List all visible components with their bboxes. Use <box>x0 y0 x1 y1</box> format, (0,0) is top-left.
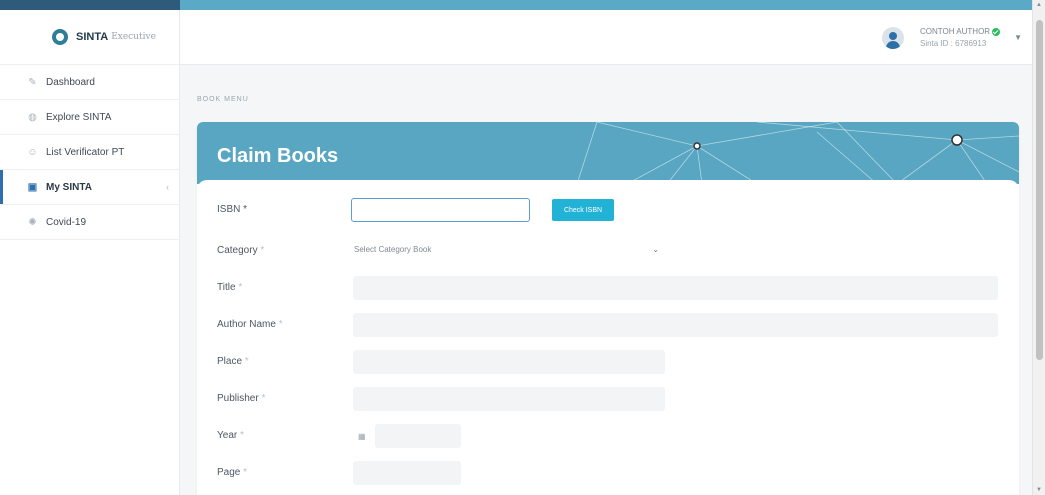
form-row-isbn: ISBN * Check ISBN <box>197 198 1019 222</box>
user-icon: ☺ <box>27 146 38 158</box>
brand-subtitle: Executive <box>111 32 156 42</box>
publisher-input[interactable] <box>353 387 665 411</box>
sidebar-item-label: My SINTA <box>46 181 92 193</box>
verified-check-icon <box>992 27 1001 36</box>
breadcrumb: BOOK MENU <box>197 96 249 103</box>
user-name: CONTOH AUTHOR <box>920 26 991 36</box>
category-select[interactable]: Select Category Book ⌄ <box>351 239 667 263</box>
page-scrollbar[interactable]: ▲ ▼ <box>1032 0 1045 495</box>
sidebar-item-label: Explore SINTA <box>46 111 112 123</box>
required-mark: * <box>243 467 248 478</box>
page-label-text: Page <box>217 467 241 478</box>
author-name-input[interactable] <box>353 313 998 337</box>
sidebar-item-covid-19[interactable]: ✺ Covid-19 <box>0 205 179 240</box>
publisher-label: Publisher * <box>217 393 265 404</box>
scrollbar-thumb[interactable] <box>1036 20 1043 360</box>
top-accent-band <box>0 0 1045 10</box>
page-title: Claim Books <box>217 145 339 167</box>
virus-icon: ✺ <box>28 216 37 228</box>
form-row-year: Year * ▦ <box>197 424 1019 448</box>
isbn-label-text: ISBN <box>217 204 241 215</box>
form-row-category: Category * Select Category Book ⌄ <box>197 239 1019 263</box>
author-name-label: Author Name * <box>217 319 283 330</box>
title-label-text: Title <box>217 282 236 293</box>
place-input[interactable] <box>353 350 665 374</box>
isbn-label: ISBN * <box>217 204 247 215</box>
sidebar-item-explore-sinta[interactable]: ◍ Explore SINTA <box>0 100 179 135</box>
chevron-down-icon: ⌄ <box>652 245 659 254</box>
category-label-text: Category <box>217 245 258 256</box>
required-mark: * <box>238 282 243 293</box>
calendar-icon: ▦ <box>358 432 366 441</box>
avatar[interactable] <box>882 26 904 49</box>
year-label: Year * <box>217 430 244 441</box>
author-label-text: Author Name <box>217 319 276 330</box>
page-input[interactable] <box>353 461 461 485</box>
brand-logo-area[interactable]: SINTA Executive <box>0 10 179 65</box>
form-row-publisher: Publisher * <box>197 387 1019 411</box>
category-selected-value: Select Category Book <box>354 245 432 254</box>
user-sinta-id: Sinta ID : 6786913 <box>920 38 987 48</box>
brand-name: SINTA <box>76 31 109 43</box>
user-name-row: CONTOH AUTHOR <box>920 26 1001 38</box>
isbn-input[interactable] <box>351 198 530 222</box>
sidebar-item-list-verificator-pt[interactable]: ☺ List Verificator PT <box>0 135 179 170</box>
sinta-logo-icon <box>52 29 68 45</box>
claim-books-form: ISBN * Check ISBN Category * Select Cate… <box>197 180 1019 491</box>
sidebar-item-label: List Verificator PT <box>46 146 125 158</box>
pencil-icon: ✎ <box>28 76 37 88</box>
sidebar-nav: ✎ Dashboard ◍ Explore SINTA ☺ List Verif… <box>0 65 179 240</box>
sidebar-item-label: Dashboard <box>46 76 95 88</box>
sidebar-item-my-sinta[interactable]: ▣ My SINTA ‹ <box>0 170 179 205</box>
user-menu[interactable]: CONTOH AUTHOR Sinta ID : 6786913 ▼ <box>882 10 1032 65</box>
form-row-title: Title * <box>197 276 1019 300</box>
caret-down-icon[interactable]: ▼ <box>1014 33 1022 42</box>
year-label-text: Year <box>217 430 238 441</box>
top-header: CONTOH AUTHOR Sinta ID : 6786913 ▼ <box>180 10 1032 65</box>
id-card-icon: ▣ <box>27 181 38 193</box>
sidebar-item-label: Covid-19 <box>46 216 87 228</box>
required-mark: * <box>240 430 244 441</box>
required-mark: * <box>261 393 266 404</box>
required-mark: * <box>260 245 265 256</box>
category-label: Category * <box>217 245 264 256</box>
claim-books-card: Claim Books ISBN * Check ISBN Category *… <box>197 122 1019 495</box>
scroll-up-arrow-icon[interactable]: ▲ <box>1036 2 1042 8</box>
required-mark: * <box>278 319 283 330</box>
title-label: Title * <box>217 282 242 293</box>
form-row-page: Page * <box>197 461 1019 485</box>
globe-icon: ◍ <box>28 111 37 123</box>
top-band-sidebar-part <box>0 0 180 10</box>
sidebar-item-dashboard[interactable]: ✎ Dashboard <box>0 65 179 100</box>
form-row-place: Place * <box>197 350 1019 374</box>
required-mark: * <box>243 204 248 215</box>
check-isbn-button[interactable]: Check ISBN <box>552 199 614 221</box>
title-input[interactable] <box>353 276 998 300</box>
top-band-header-part <box>180 0 1032 10</box>
required-mark: * <box>244 356 249 367</box>
year-input[interactable] <box>375 424 461 448</box>
place-label: Place * <box>217 356 249 367</box>
form-row-author-name: Author Name * <box>197 313 1019 337</box>
sidebar: SINTA Executive ✎ Dashboard ◍ Explore SI… <box>0 10 180 495</box>
user-info: CONTOH AUTHOR Sinta ID : 6786913 <box>920 26 1001 50</box>
place-label-text: Place <box>217 356 243 367</box>
page-label: Page * <box>217 467 247 478</box>
scroll-down-arrow-icon[interactable]: ▼ <box>1036 487 1042 493</box>
publisher-label-text: Publisher <box>217 393 259 404</box>
page-banner: Claim Books <box>197 122 1019 184</box>
chevron-left-icon: ‹ <box>166 182 169 192</box>
